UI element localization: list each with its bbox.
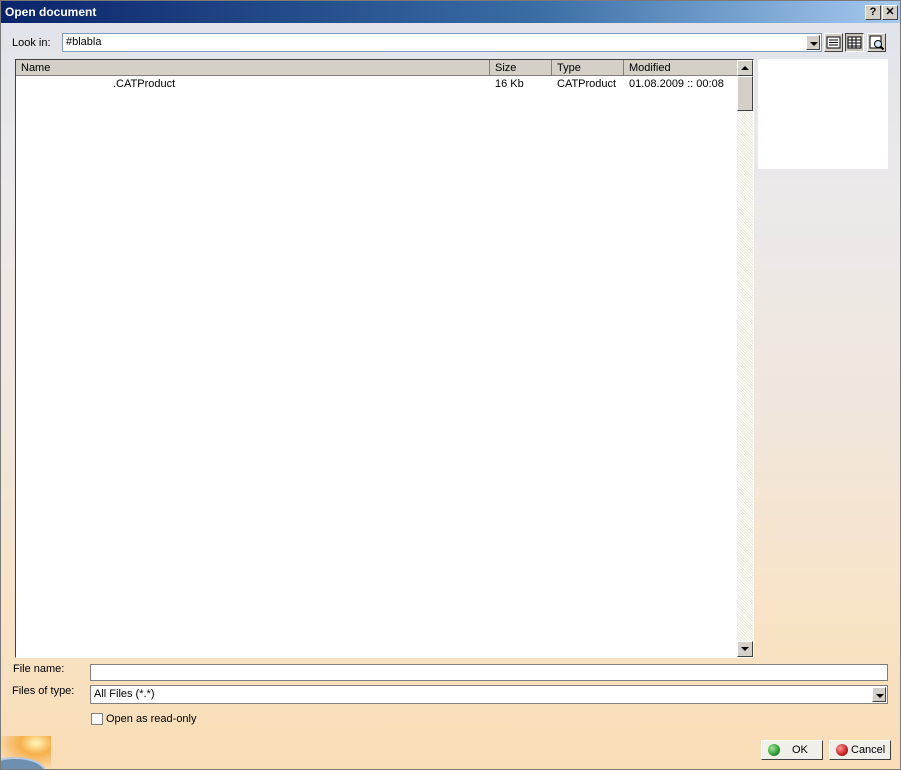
preview-button[interactable]: [867, 33, 886, 52]
details-view-icon: [847, 36, 862, 49]
file-name-label: File name:: [13, 663, 65, 675]
read-only-checkbox[interactable]: [91, 713, 103, 725]
chevron-down-icon[interactable]: [872, 687, 886, 702]
help-button[interactable]: ?: [865, 5, 881, 20]
column-header-size[interactable]: Size: [490, 60, 552, 76]
cancel-label: Cancel: [851, 744, 886, 756]
look-in-value: #blabla: [66, 36, 102, 48]
scroll-up-icon[interactable]: [737, 60, 753, 76]
chevron-down-icon[interactable]: [806, 35, 820, 50]
ok-button[interactable]: OK: [761, 740, 823, 760]
file-name-input[interactable]: [90, 664, 888, 681]
ok-label: OK: [792, 744, 808, 756]
column-header-type[interactable]: Type: [552, 60, 624, 76]
preview-pane: [758, 59, 888, 169]
vertical-scrollbar[interactable]: [737, 60, 753, 657]
read-only-label[interactable]: Open as read-only: [106, 713, 197, 725]
close-button[interactable]: ✕: [882, 5, 898, 20]
title-bar: Open document ? ✕: [1, 1, 900, 23]
look-in-combo[interactable]: #blabla: [62, 33, 822, 52]
file-type: CATProduct: [557, 78, 617, 90]
file-modified: 01.08.2009 :: 00:08: [629, 78, 724, 90]
column-header-name[interactable]: Name: [16, 60, 490, 76]
preview-icon: [869, 35, 885, 51]
list-view-icon: [826, 36, 841, 49]
file-list[interactable]: Name Size Type Modified .CATProduct 16 K…: [15, 59, 754, 658]
app-logo-icon: [1, 736, 51, 769]
details-view-button[interactable]: [845, 33, 864, 52]
open-document-dialog: Open document ? ✕ Look in: #blabla Name …: [0, 0, 901, 770]
files-of-type-combo[interactable]: All Files (*.*): [90, 685, 888, 704]
list-view-button[interactable]: [824, 33, 843, 52]
look-in-label: Look in:: [12, 37, 51, 49]
cancel-button[interactable]: Cancel: [829, 740, 891, 760]
scroll-thumb[interactable]: [737, 76, 753, 111]
cancel-icon: [836, 744, 848, 756]
scroll-down-icon[interactable]: [737, 641, 753, 657]
files-of-type-value: All Files (*.*): [94, 688, 155, 700]
dialog-title: Open document: [5, 5, 97, 19]
column-header-modified[interactable]: Modified: [624, 60, 738, 76]
ok-icon: [768, 744, 780, 756]
file-size: 16 Kb: [495, 78, 524, 90]
file-name[interactable]: .CATProduct: [113, 77, 175, 93]
files-of-type-label: Files of type:: [12, 685, 75, 697]
